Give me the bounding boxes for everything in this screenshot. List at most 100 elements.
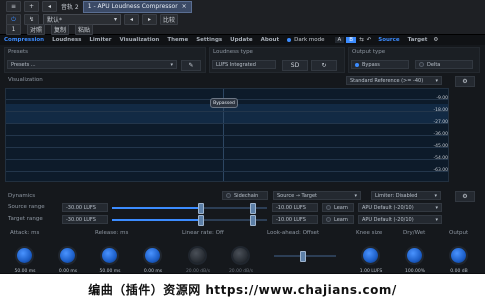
previous-icon[interactable]: ◂ [42,1,57,12]
edit-preset-button[interactable]: ✎ [181,60,201,71]
dark-mode-label: Dark mode [294,37,325,43]
tab-loudness[interactable]: Loudness [48,37,85,43]
source-range-handle-max[interactable] [250,203,256,214]
attack-knob-2[interactable] [60,248,75,263]
presets-panel: Presets Presets ... ▾ ✎ [4,47,206,73]
target-default-value: APU Default (-20/10) [362,216,414,223]
undo-icon[interactable]: ↶ [367,37,372,43]
tab-update[interactable]: Update [226,37,256,43]
sidechain-label: Sidechain [234,192,259,199]
level-label: -9.00 [436,96,448,101]
target-min-field[interactable]: -30.00 LUFS [62,215,108,224]
source-default-select[interactable]: APU Default (-20/10) ▾ [358,203,442,212]
bypass-toggle[interactable]: 1 [6,24,21,35]
tab-visualization[interactable]: Visualization [115,37,163,43]
chevron-down-icon: ▾ [435,77,438,84]
chevron-down-icon: ▾ [435,204,438,211]
dark-mode-toggle[interactable]: Dark mode [287,37,325,43]
release-label: Release: ms [95,230,129,236]
tab-target[interactable]: Target [404,37,432,43]
limiter-value: Limiter: Disabled [375,192,418,199]
settings-gear-icon[interactable]: ⚙ [433,37,438,43]
release-knob-1[interactable] [102,248,117,263]
learn-radio-icon [326,205,331,210]
reset-button[interactable]: ↻ [311,60,337,71]
reference-select[interactable]: Standard Reference (>= -40) ▾ [346,76,442,85]
lookahead-handle[interactable] [300,251,306,262]
level-label: -27.00 [433,120,448,125]
output-type-panel: Output type Bypass Delta [348,47,480,73]
limiter-select[interactable]: Limiter: Disabled ▾ [371,191,441,200]
dry-wet-label: Dry/Wet [403,230,426,236]
level-label: -18.00 [433,108,448,113]
level-label: -63.00 [433,168,448,173]
radio-unselected-icon [419,62,424,67]
visualization-title: Visualization [8,77,43,83]
target-max-field[interactable]: -10.00 LUFS [272,215,318,224]
linear-rate-knob-2[interactable] [233,248,248,263]
level-label: -45.00 [433,144,448,149]
gridline [6,111,448,112]
source-learn-button[interactable]: Learn [322,203,354,212]
compare-copy-button[interactable]: 对照 [27,24,46,35]
compare-button[interactable]: 比较 [160,14,179,25]
tab-settings[interactable]: Settings [192,37,226,43]
source-min-field[interactable]: -30.00 LUFS [62,203,108,212]
b-button[interactable]: B [346,37,357,43]
delta-option[interactable]: Delta [415,60,473,69]
release-knob-2[interactable] [145,248,160,263]
target-range-handle-max[interactable] [250,215,256,226]
copy-button[interactable]: 复制 [51,24,70,35]
sd-button[interactable]: SD [282,60,308,71]
loudness-type-panel: Loudness type LUFS Integrated SD ↻ [209,47,345,73]
bypass-option[interactable]: Bypass [351,60,409,69]
chevron-down-icon: ▾ [354,192,357,199]
bypassed-badge[interactable]: Bypassed [210,98,238,108]
tab-theme[interactable]: Theme [163,37,192,43]
output-knob[interactable] [451,248,466,263]
close-icon[interactable]: × [182,3,187,10]
linear-rate-knob-1[interactable] [190,248,205,263]
presets-value: Presets ... [11,61,36,68]
source-target-select[interactable]: Source → Target ▾ [273,191,361,200]
next-preset-icon[interactable]: ▸ [142,14,157,25]
sidechain-toggle[interactable]: Sidechain [222,191,268,200]
menu-icon[interactable]: ≡ [6,1,21,12]
copy-ab-icon[interactable]: ⇆ [359,37,364,43]
dry-wet-knob[interactable] [407,248,422,263]
knee-size-knob[interactable] [363,248,378,263]
host-toolbar: ≡ + ◂ 音轨 2 1 - APU Loudness Compressor ×… [0,0,485,35]
level-label: -54.00 [433,156,448,161]
tab-about[interactable]: About [257,37,284,43]
source-max-field[interactable]: -10.00 LUFS [272,203,318,212]
presets-select[interactable]: Presets ... ▾ [7,60,177,69]
track-name: 音轨 2 [61,4,79,11]
lookahead-label: Look-ahead: Offset [267,230,320,236]
plugin-body: Compression Loudness Limiter Visualizati… [0,35,485,274]
gridline [6,171,448,172]
paste-button[interactable]: 粘贴 [75,24,94,35]
loudness-type-select[interactable]: LUFS Integrated [212,60,276,69]
tab-limiter[interactable]: Limiter [85,37,115,43]
gridline [6,147,448,148]
dynamics-settings-button[interactable]: ⚙ [455,191,475,202]
target-default-select[interactable]: APU Default (-20/10) ▾ [358,215,442,224]
source-range-fill [112,207,202,209]
gridline [6,135,448,136]
prev-preset-icon[interactable]: ◂ [124,14,139,25]
plugin-window-tab[interactable]: 1 - APU Loudness Compressor × [82,0,192,13]
chevron-down-icon: ▾ [435,216,438,223]
add-icon[interactable]: + [24,1,39,12]
refresh-icon: ↻ [321,62,327,69]
target-range-handle[interactable] [198,215,204,226]
target-learn-button[interactable]: Learn [322,215,354,224]
source-range-handle[interactable] [198,203,204,214]
dynamics-title: Dynamics [8,193,36,199]
tab-compression[interactable]: Compression [0,37,48,43]
viz-settings-button[interactable]: ⚙ [455,76,475,87]
radio-selected-icon [355,62,359,67]
a-button[interactable]: A [334,37,345,43]
pencil-icon: ✎ [188,62,194,69]
tab-source[interactable]: Source [374,37,403,43]
attack-knob-1[interactable] [17,248,32,263]
